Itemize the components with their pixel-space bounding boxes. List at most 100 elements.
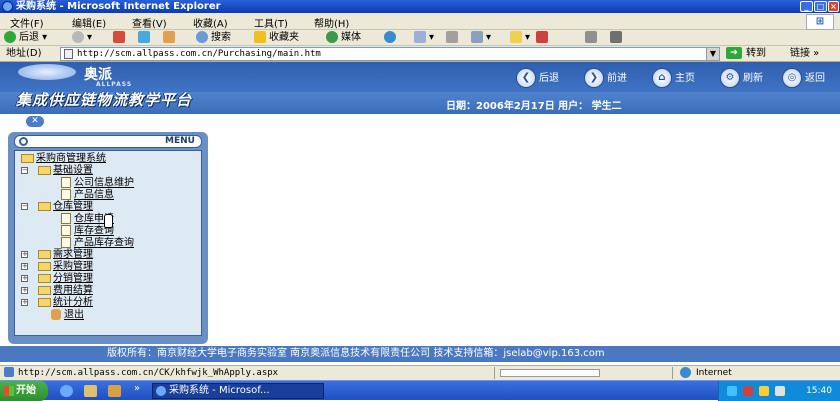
taskbar: 开始 » 采购系统 - Microsof... 15:40	[0, 380, 840, 401]
tree-item-demand[interactable]: + 需求管理	[21, 249, 93, 260]
address-dropdown-button[interactable]: ▼	[706, 47, 720, 61]
ie-icon	[156, 386, 166, 396]
tree-item-product-info[interactable]: 产品信息	[61, 189, 114, 201]
logo-english: ALLPASS	[96, 81, 133, 88]
tree-item-billing[interactable]: + 费用结算	[21, 285, 93, 296]
app-quicklaunch-icon[interactable]	[108, 385, 121, 397]
tray-app-icon[interactable]	[759, 386, 769, 396]
folder-icon	[38, 273, 51, 283]
close-button[interactable]: ×	[828, 1, 839, 12]
expand-toggle-icon[interactable]: +	[21, 250, 28, 258]
window-title-bar[interactable]: 采购系统 - Microsoft Internet Explorer _ □ ×	[0, 0, 840, 13]
expand-toggle-icon[interactable]: +	[21, 286, 28, 294]
document-icon	[61, 237, 71, 248]
ie-quicklaunch-icon[interactable]	[60, 385, 73, 397]
folder-icon	[38, 165, 51, 175]
zone-label: Internet	[696, 368, 732, 378]
expand-toggle-icon[interactable]: +	[21, 274, 28, 282]
menu-edit[interactable]: 编辑(E)	[72, 15, 106, 30]
tree-item-warehouse[interactable]: − 仓库管理	[21, 201, 93, 212]
print-button[interactable]	[446, 31, 461, 45]
mouse-cursor-icon	[104, 214, 113, 228]
tree-item-purchasing[interactable]: + 采购管理	[21, 261, 93, 272]
tools-button[interactable]	[610, 31, 625, 45]
collapse-menu-button[interactable]: ✕	[26, 116, 44, 127]
folder-icon	[38, 285, 51, 295]
menu-tree: 采购商管理系统 − 基础设置 公司信息维护 产品信息 − 仓库管理 仓库申请 库存查…	[14, 150, 202, 336]
refresh-gear-icon: ⚙	[720, 68, 740, 88]
discuss-icon	[510, 31, 522, 43]
status-separator	[672, 367, 673, 379]
nav-back-button[interactable]: ❮ 后退	[516, 68, 559, 88]
start-button[interactable]: 开始	[0, 381, 48, 401]
tree-item-company-info[interactable]: 公司信息维护	[61, 177, 134, 189]
tree-item-distribution[interactable]: + 分销管理	[21, 273, 93, 284]
home-icon	[163, 31, 175, 43]
nav-refresh-button[interactable]: ⚙ 刷新	[720, 68, 763, 88]
address-bar: 地址(D) http://scm.allpass.com.cn/Purchasi…	[0, 46, 840, 62]
menu-file[interactable]: 文件(F)	[10, 15, 44, 30]
media-button[interactable]: 媒体	[326, 31, 361, 45]
antivirus-icon[interactable]	[743, 386, 753, 396]
menu-favorites[interactable]: 收藏(A)	[193, 15, 228, 30]
allpass-logo-icon	[18, 64, 76, 80]
network-icon[interactable]	[727, 386, 737, 396]
tree-item-statistics[interactable]: + 统计分析	[21, 297, 93, 308]
history-button[interactable]	[384, 31, 399, 45]
folder-icon	[38, 201, 51, 211]
address-input[interactable]: http://scm.allpass.com.cn/Purchasing/mai…	[60, 47, 720, 61]
nav-home-button[interactable]: ⌂ 主页	[652, 68, 695, 88]
collapse-row: ✕	[0, 114, 840, 129]
back-arrow-icon	[4, 31, 16, 43]
history-icon	[384, 31, 396, 43]
back-button[interactable]: 后退 ▾	[4, 31, 47, 45]
print-icon	[446, 31, 458, 43]
tree-item-basic-settings[interactable]: − 基础设置	[21, 165, 93, 176]
menu-tools[interactable]: 工具(T)	[254, 15, 288, 30]
folder-icon	[38, 297, 51, 307]
home-button[interactable]	[163, 31, 178, 45]
discuss-button[interactable]: ▾	[510, 31, 530, 45]
maximize-button[interactable]: □	[814, 1, 827, 12]
forward-button[interactable]: ▾	[72, 31, 92, 45]
status-bar: http://scm.allpass.com.cn/CK/khfwjk_WhAp…	[0, 365, 840, 380]
platform-title: 集成供应链物流教学平台	[16, 91, 193, 109]
explorer-quicklaunch-icon[interactable]	[84, 385, 97, 397]
collapse-toggle-icon[interactable]: −	[21, 202, 28, 210]
search-button[interactable]: 搜索	[196, 31, 231, 45]
clock: 15:40	[806, 386, 832, 396]
folder-icon	[38, 261, 51, 271]
edit-button[interactable]: ▾	[471, 31, 491, 45]
progress-bar	[500, 369, 600, 377]
menu-help[interactable]: 帮助(H)	[314, 15, 349, 30]
refresh-button[interactable]	[138, 31, 153, 45]
research-button[interactable]	[585, 31, 600, 45]
collapse-toggle-icon[interactable]: −	[21, 166, 28, 174]
expand-toggle-icon[interactable]: +	[21, 262, 28, 270]
nav-return-button[interactable]: ◎ 返回	[782, 68, 825, 88]
document-icon	[61, 177, 71, 188]
expand-toggle-icon[interactable]: +	[21, 298, 28, 306]
stop-button[interactable]	[113, 31, 128, 45]
tree-item-product-stock-query[interactable]: 产品库存查询	[61, 237, 134, 249]
taskbar-window-button[interactable]: 采购系统 - Microsof...	[152, 383, 324, 399]
research-icon	[585, 31, 597, 43]
go-button[interactable]: ➔ 转到	[726, 47, 766, 61]
volume-icon[interactable]	[775, 386, 785, 396]
date-user-line: 日期：2006年2月17日 用户： 学生二	[446, 101, 622, 112]
messenger-button[interactable]	[536, 31, 551, 45]
tree-item-exit[interactable]: 退出	[51, 309, 84, 321]
tree-root[interactable]: 采购商管理系统	[21, 153, 106, 164]
menu-view[interactable]: 查看(V)	[132, 15, 167, 30]
edit-icon	[471, 31, 483, 43]
page-status-icon	[4, 367, 14, 377]
favorites-button[interactable]: 收藏夹	[254, 31, 299, 45]
nav-forward-button[interactable]: ❯ 前进	[584, 68, 627, 88]
menu-circle-icon	[19, 137, 28, 146]
links-button[interactable]: 链接 »	[790, 47, 819, 61]
media-icon	[326, 31, 338, 43]
mail-button[interactable]: ▾	[414, 31, 434, 45]
search-icon	[196, 31, 208, 43]
minimize-button[interactable]: _	[800, 1, 813, 12]
quicklaunch-more-icon[interactable]: »	[134, 383, 140, 394]
